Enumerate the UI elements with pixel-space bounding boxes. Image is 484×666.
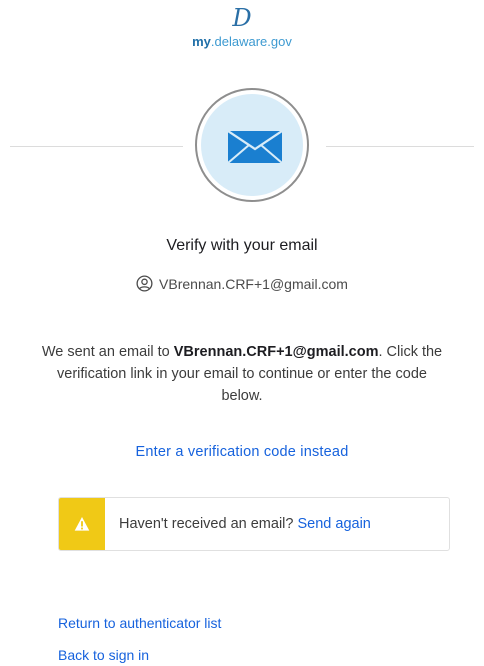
enter-code-link[interactable]: Enter a verification code instead <box>0 444 484 460</box>
divider-right <box>326 146 474 147</box>
sent-email-address: VBrennan.CRF+1@gmail.com <box>173 344 379 360</box>
callout-message: Haven't received an email? Send again <box>119 516 371 532</box>
divider-left <box>10 146 183 147</box>
send-again-link[interactable]: Send again <box>297 516 370 532</box>
back-to-sign-in-link[interactable]: Back to sign in <box>58 646 149 664</box>
svg-text:D: D <box>231 4 251 32</box>
warning-icon <box>74 517 90 531</box>
return-authenticator-list-link[interactable]: Return to authenticator list <box>58 614 221 632</box>
page-title: Verify with your email <box>166 237 318 254</box>
envelope-icon <box>228 131 282 163</box>
identifier-email: VBrennan.CRF+1@gmail.com <box>159 275 348 292</box>
site-logo: D my.delaware.gov <box>0 4 484 50</box>
callout-icon-strip <box>59 498 105 550</box>
instructions-text: We sent an email to VBrennan.CRF+1@gmail… <box>41 344 443 404</box>
user-circle-icon <box>136 275 153 292</box>
resend-callout: Haven't received an email? Send again <box>58 497 450 551</box>
site-name: my.delaware.gov <box>192 34 292 49</box>
delaware-logo-mark: D <box>231 4 251 32</box>
identifier-container: VBrennan.CRF+1@gmail.com <box>0 275 484 292</box>
